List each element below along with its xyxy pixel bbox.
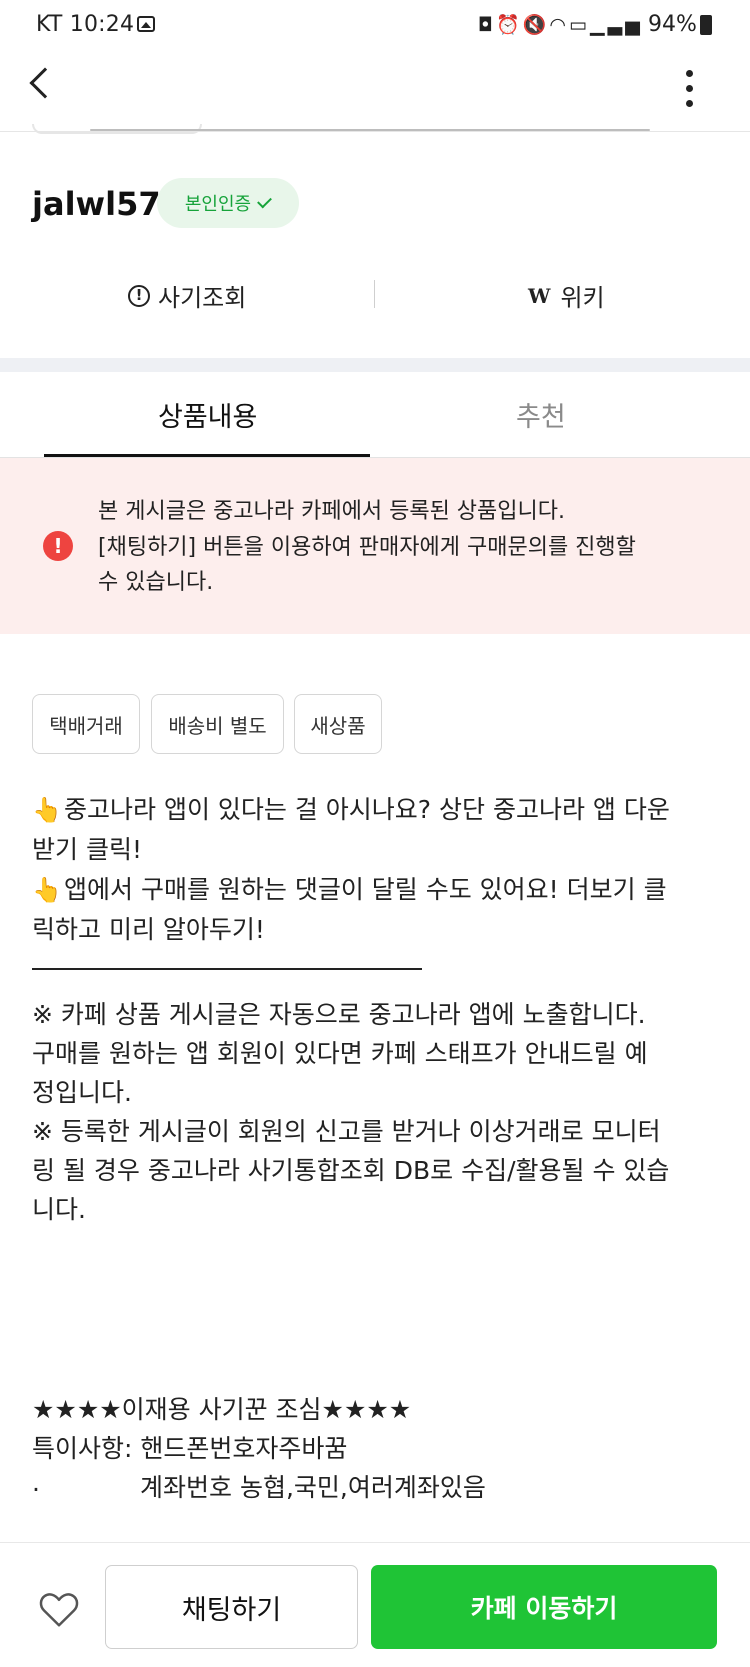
fraud-check-link[interactable]: ! 사기조회	[128, 278, 246, 313]
fraud-check-label: 사기조회	[158, 284, 247, 312]
gallery-icon	[137, 16, 155, 32]
hd-icon: ▭	[568, 14, 590, 36]
section-divider	[0, 358, 750, 372]
description-line: ※ 등록한 게시글이 회원의 신고를 받거나 이상거래로 모니터	[32, 1117, 661, 1146]
notice-line: [채팅하기] 버튼을 이용하여 판매자에게 구매문의를 진행할	[98, 534, 636, 560]
pointing-hand-icon: 👆	[32, 876, 62, 904]
wiki-label: 위키	[560, 284, 605, 312]
wiki-icon: W	[528, 283, 551, 308]
notice-line: 본 게시글은 중고나라 카페에서 등록된 상품입니다.	[98, 499, 566, 524]
battery-icon	[700, 15, 712, 35]
description-line: 특이사항: 핸드폰번호자주바꿈	[32, 1434, 348, 1463]
description-line: ★★★★이재용 사기꾼 조심★★★★	[32, 1395, 412, 1424]
notice-line: 수 있습니다.	[98, 570, 214, 595]
notice-text: 본 게시글은 중고나라 카페에서 등록된 상품입니다. [채팅하기] 버튼을 이…	[98, 494, 698, 601]
description-line: 릭하고 미리 알아두기!	[32, 915, 265, 944]
battery-percent: 94%	[648, 12, 697, 37]
divider	[374, 280, 375, 308]
signal-icon: ▁▃▅	[589, 14, 643, 36]
vpn-icon: ◘	[478, 14, 497, 36]
status-bar: KT 10:24 ◘⏰🔇◠▭▁▃▅ 94%	[0, 0, 750, 52]
pointing-hand-icon: 👆	[32, 796, 62, 824]
alert-icon: !	[43, 531, 73, 561]
bottom-bar-border	[0, 1542, 750, 1543]
tag-chip: 배송비 별도	[151, 694, 284, 754]
active-tab-indicator	[44, 454, 370, 457]
alarm-icon: ⏰	[496, 14, 523, 36]
description-line: 정입니다.	[32, 1078, 132, 1107]
description-line: 니다.	[32, 1195, 86, 1224]
description-line: .	[32, 1468, 40, 1497]
description-line: 계좌번호 농협,국민,여러계좌있음	[140, 1473, 486, 1502]
chat-button-label: 채팅하기	[181, 1594, 282, 1626]
tab-product-details[interactable]: 상품내용	[158, 395, 257, 434]
tag-chip: 택배거래	[32, 694, 140, 754]
description-line: 받기 클릭!	[32, 835, 142, 864]
divider	[0, 131, 750, 132]
top-nav	[0, 52, 750, 132]
verified-label: 본인인증	[184, 194, 252, 215]
text-rule	[32, 968, 422, 970]
status-carrier-time: KT 10:24	[36, 12, 135, 37]
heart-outline-icon[interactable]	[36, 1586, 82, 1632]
wifi-icon: ◠	[549, 14, 569, 36]
alert-circle-icon: !	[128, 284, 150, 307]
cafe-button-label: 카페 이동하기	[470, 1594, 618, 1623]
description-line: ※ 카페 상품 게시글은 자동으로 중고나라 앱에 노출합니다.	[32, 1000, 646, 1029]
tag-chip: 새상품	[294, 694, 382, 754]
go-to-cafe-button[interactable]: 카페 이동하기	[371, 1565, 717, 1649]
description-line: 👆중고나라 앱이 있다는 걸 아시나요? 상단 중고나라 앱 다운	[32, 795, 670, 824]
vertical-dots-icon[interactable]	[686, 70, 694, 110]
status-icons: ◘⏰🔇◠▭▁▃▅	[478, 13, 643, 36]
check-icon	[257, 193, 273, 209]
description-line: 링 될 경우 중고나라 사기통합조회 DB로 수집/활용될 수 있습	[32, 1156, 670, 1185]
description-line: 구매를 원하는 앱 회원이 있다면 카페 스태프가 안내드릴 예	[32, 1039, 648, 1068]
tab-recommend[interactable]: 추천	[516, 395, 566, 434]
wiki-link[interactable]: W 위키	[528, 278, 605, 313]
mute-icon: 🔇	[522, 14, 550, 36]
description-line: 👆앱에서 구매를 원하는 댓글이 달릴 수도 있어요! 더보기 클	[32, 875, 667, 904]
seller-username: jalwl57	[32, 185, 161, 223]
chat-button[interactable]: 채팅하기	[105, 1565, 358, 1649]
verified-badge: 본인인증	[157, 178, 299, 228]
